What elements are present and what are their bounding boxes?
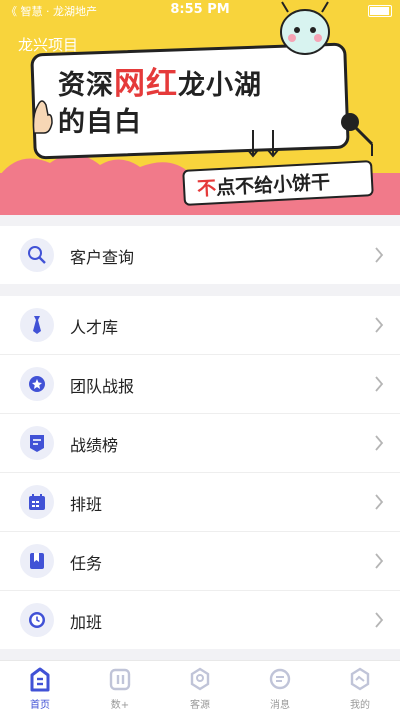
menu-item-label: 加班 [70,613,103,632]
arrow-down-icon [247,130,279,158]
chevron-right-icon [375,317,384,333]
star-badge-icon [20,367,54,401]
menu-item-customer-query[interactable]: 客户查询 [0,226,400,284]
chevron-right-icon [375,612,384,628]
tag-text: 点不给小饼干 [215,171,331,200]
document-icon [20,426,54,460]
tab-label: 客源 [190,700,210,711]
tab-home[interactable]: 首页 [0,661,80,711]
menu-section-main: 人才库 团队战报 战绩榜 排班 任务 加班 [0,296,400,649]
banner-headline-line2: 的自白 [58,107,142,138]
microphone-icon [341,113,374,156]
data-icon [109,668,131,691]
banner-headline-line1: 资深网红龙小湖 [58,58,262,103]
hand-decoration-icon [32,100,53,134]
tab-data[interactable]: 数+ [80,661,160,711]
menu-item-label: 排班 [70,495,103,514]
menu-item-team-report[interactable]: 团队战报 [0,355,400,414]
menu-item-label: 客户查询 [70,248,135,267]
tab-label: 数+ [110,700,130,711]
search-icon [20,238,54,272]
menu-item-label: 人才库 [70,318,119,337]
bookmark-icon [20,544,54,578]
chevron-right-icon [375,435,384,451]
chevron-right-icon [375,553,384,569]
tag-highlight: 不 [196,177,217,201]
home-icon [30,667,50,692]
chevron-right-icon [375,247,384,263]
menu-item-label: 团队战报 [70,377,135,396]
tab-profile[interactable]: 我的 [320,661,400,711]
status-bar: 《 智慧 · 龙湖地产 8:55 PM [0,0,400,20]
tab-label: 我的 [350,700,370,711]
menu-section-query: 客户查询 [0,226,400,284]
profile-icon [350,667,370,691]
menu-item-task[interactable]: 任务 [0,532,400,591]
status-time: 8:55 PM [170,2,230,17]
promo-banner[interactable]: 《 智慧 · 龙湖地产 8:55 PM 资深网红龙小湖 的自白 不点不给小饼干 [0,0,400,215]
tab-messages[interactable]: 消息 [240,661,320,711]
tab-label: 消息 [270,700,290,711]
battery-icon [368,5,392,17]
project-title[interactable]: 龙兴项目 [18,34,78,55]
clock-icon [20,603,54,637]
tab-label: 首页 [30,700,50,711]
chevron-right-icon [375,494,384,510]
tab-customers[interactable]: 客源 [160,661,240,711]
bottom-tab-bar: 首页 数+ 客源 消息 我的 [0,660,400,711]
menu-item-talent-pool[interactable]: 人才库 [0,296,400,355]
menu-item-schedule[interactable]: 排班 [0,473,400,532]
menu-item-label: 任务 [70,554,103,573]
menu-item-label: 战绩榜 [70,436,119,455]
tie-icon [20,308,54,342]
chevron-right-icon [375,376,384,392]
headline-prefix: 资深 [58,70,114,101]
mascot-character-icon [280,1,330,55]
calendar-icon [20,485,54,519]
customer-icon [190,667,210,691]
headline-suffix: 龙小湖 [178,70,262,101]
menu-item-leaderboard[interactable]: 战绩榜 [0,414,400,473]
menu-item-overtime[interactable]: 加班 [0,591,400,649]
headline-highlight: 网红 [114,66,178,102]
message-icon [269,668,291,690]
